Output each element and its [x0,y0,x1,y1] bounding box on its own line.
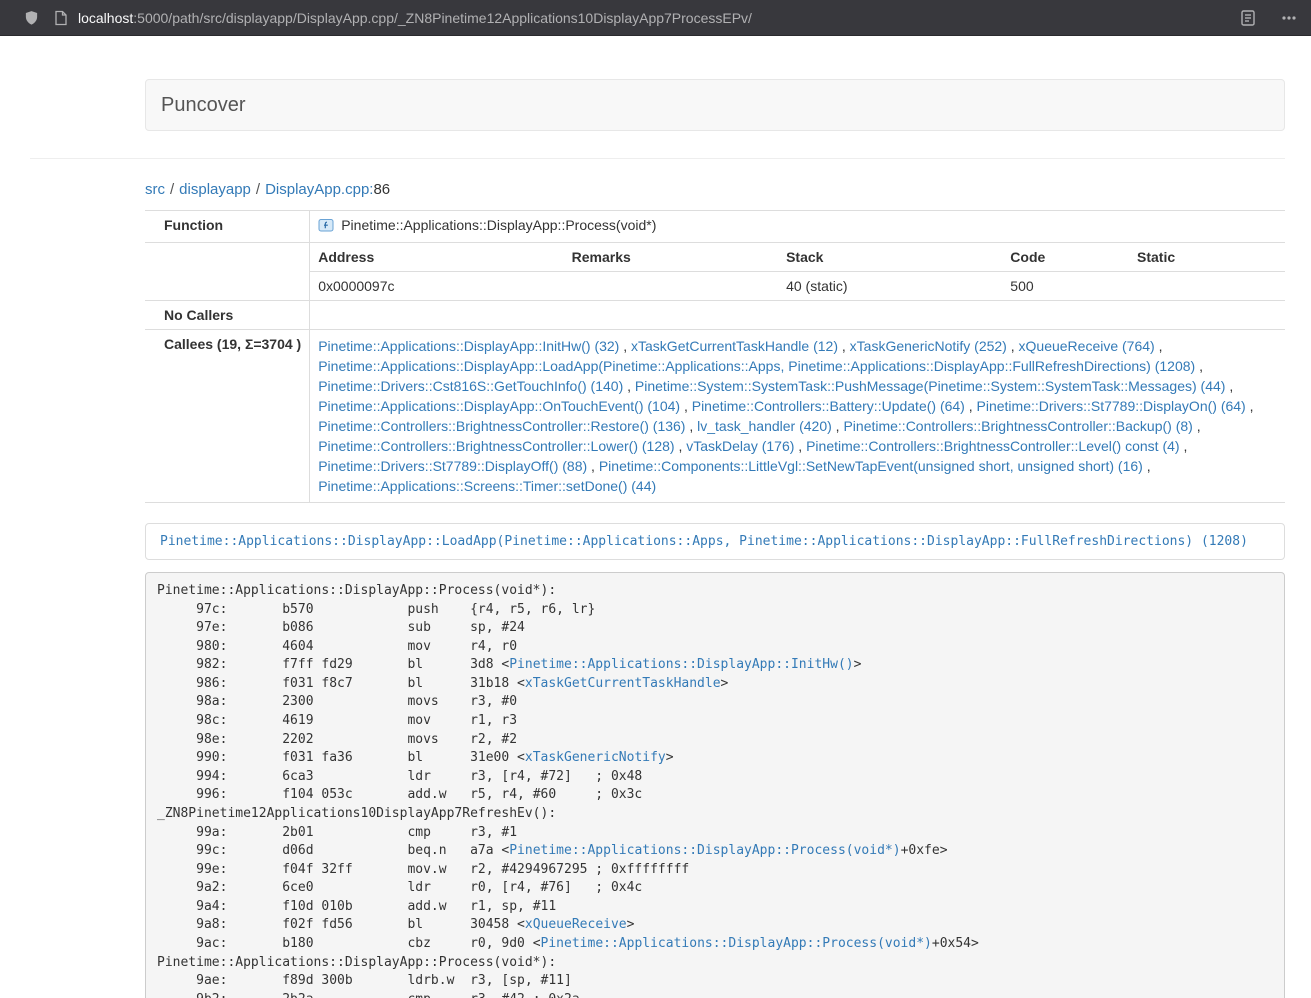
callee-link[interactable]: Pinetime::Applications::DisplayApp::Load… [318,358,1195,374]
stack-value: 40 (static) [778,272,1002,301]
disasm-symbol-link[interactable]: xTaskGetCurrentTaskHandle [525,676,721,691]
page-content: Puncover src / displayapp / DisplayApp.cpp:8… [0,79,1311,998]
remarks-value [564,272,778,301]
callee-link[interactable]: Pinetime::Drivers::St7789::DisplayOn() (… [977,398,1246,414]
function-name: Pinetime::Applications::DisplayApp::Proc… [341,217,656,233]
column-header-remarks: Remarks [564,243,778,272]
overflow-menu-icon[interactable] [1281,10,1297,26]
disasm-symbol-link[interactable]: xTaskGenericNotify [525,750,666,765]
callee-link[interactable]: xTaskGenericNotify (252) [850,338,1007,354]
callee-link[interactable]: Pinetime::Applications::DisplayApp::Init… [318,338,619,354]
stats-values-row: 0x0000097c 40 (static) 500 [310,272,1285,301]
callee-link[interactable]: lv_task_handler (420) [697,418,832,434]
disasm-symbol-link[interactable]: Pinetime::Applications::DisplayApp::Proc… [541,936,932,951]
breadcrumb-separator: / [170,181,174,198]
callee-link[interactable]: Pinetime::System::SystemTask::PushMessag… [635,378,1226,394]
no-callers-row: No Callers [145,301,1285,330]
breadcrumb-separator: / [256,181,260,198]
function-type-icon [318,217,334,236]
browser-toolbar: localhost:5000/path/src/displayapp/Displ… [0,0,1311,36]
breadcrumb-link-displayapp[interactable]: displayapp [179,181,251,198]
function-row: Function Pinetime::Applications::Display… [145,211,1285,243]
selected-symbol-box: Pinetime::Applications::DisplayApp::Load… [145,523,1285,560]
divider [30,158,1285,159]
no-callers-cell [310,301,1285,330]
column-header-static: Static [1129,243,1285,272]
function-table: Function Pinetime::Applications::Display… [145,210,1285,503]
navbar: Puncover [145,79,1285,131]
callees-label: Callees (19, Σ=3704 ) [145,330,310,503]
callees-list: Pinetime::Applications::DisplayApp::Init… [310,330,1285,503]
callee-link[interactable]: vTaskDelay (176) [686,438,794,454]
callee-link[interactable]: Pinetime::Controllers::BrightnessControl… [843,418,1192,434]
page-info-icon[interactable] [54,10,68,26]
callee-link[interactable]: Pinetime::Controllers::BrightnessControl… [318,438,674,454]
callee-link[interactable]: Pinetime::Drivers::St7789::DisplayOff() … [318,458,587,474]
callee-link[interactable]: xTaskGetCurrentTaskHandle (12) [631,338,838,354]
stats-row: Address Remarks Stack Code Static 0x0000… [145,243,1285,301]
stats-header-row: Address Remarks Stack Code Static [310,243,1285,272]
stats-table: Address Remarks Stack Code Static 0x0000… [310,243,1285,300]
column-header-address: Address [310,243,563,272]
callee-link[interactable]: Pinetime::Applications::Screens::Timer::… [318,478,656,494]
site-title[interactable]: Puncover [161,94,246,117]
url-path: :5000/path/src/displayapp/DisplayApp.cpp… [133,10,752,26]
callee-link[interactable]: Pinetime::Drivers::Cst816S::GetTouchInfo… [318,378,623,394]
selected-symbol-link[interactable]: Pinetime::Applications::DisplayApp::Load… [160,534,1248,549]
url-host: localhost [78,10,133,26]
stats-row-label [145,243,310,301]
column-header-stack: Stack [778,243,1002,272]
callees-row: Callees (19, Σ=3704 ) Pinetime::Applicat… [145,330,1285,503]
disasm-symbol-link[interactable]: xQueueReceive [525,917,627,932]
callee-link[interactable]: Pinetime::Controllers::Battery::Update()… [692,398,965,414]
url-bar[interactable]: localhost:5000/path/src/displayapp/Displ… [78,10,752,26]
function-label: Function [145,211,310,243]
breadcrumb: src / displayapp / DisplayApp.cpp:86 [145,181,1285,198]
disassembly: Pinetime::Applications::DisplayApp::Proc… [145,572,1285,998]
shield-icon[interactable] [24,10,39,26]
callee-link[interactable]: Pinetime::Controllers::BrightnessControl… [806,438,1179,454]
callee-link[interactable]: Pinetime::Controllers::BrightnessControl… [318,418,685,434]
callee-link[interactable]: xQueueReceive (764) [1019,338,1155,354]
breadcrumb-line-number: 86 [373,181,390,198]
breadcrumb-link-file[interactable]: DisplayApp.cpp: [265,181,373,198]
callee-link[interactable]: Pinetime::Applications::DisplayApp::OnTo… [318,398,680,414]
disasm-symbol-link[interactable]: Pinetime::Applications::DisplayApp::Init… [509,657,853,672]
no-callers-label: No Callers [145,301,310,330]
toolbar-actions [1241,10,1297,26]
callee-link[interactable]: Pinetime::Components::LittleVgl::SetNewT… [599,458,1143,474]
breadcrumb-link-src[interactable]: src [145,181,165,198]
static-value [1129,272,1285,301]
code-value: 500 [1002,272,1129,301]
disasm-symbol-link[interactable]: Pinetime::Applications::DisplayApp::Proc… [509,843,900,858]
column-header-code: Code [1002,243,1129,272]
address-value: 0x0000097c [310,272,563,301]
reader-mode-icon[interactable] [1241,10,1255,26]
function-cell: Pinetime::Applications::DisplayApp::Proc… [310,211,1285,243]
